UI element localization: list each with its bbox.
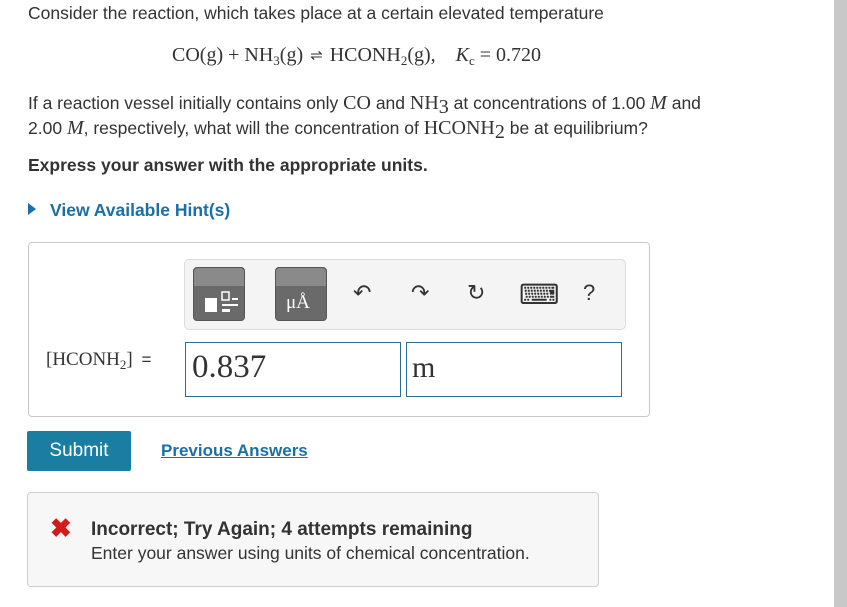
problem-intro: Consider the reaction, which takes place… xyxy=(28,3,604,23)
answer-instruction: Express your answer with the appropriate… xyxy=(28,155,428,175)
reset-icon[interactable]: ↻ xyxy=(467,280,485,306)
reaction-equation: CO(g) + NH3(g) ⇌ HCONH2(g), Kc = 0.720 xyxy=(172,44,542,68)
expand-triangle-icon xyxy=(28,203,36,215)
units-button[interactable]: μÅ xyxy=(275,267,327,321)
equilibrium-arrows-icon: ⇌ xyxy=(310,48,323,64)
question-line-1: If a reaction vessel initially contains … xyxy=(28,92,701,118)
math-toolbar: μÅ ↶ ↷ ↻ ⌨ ? xyxy=(184,259,626,330)
feedback-message: Enter your answer using units of chemica… xyxy=(91,543,530,563)
previous-answers-link[interactable]: Previous Answers xyxy=(161,441,308,461)
page-scrollbar[interactable] xyxy=(834,0,847,607)
keyboard-icon[interactable]: ⌨ xyxy=(519,278,559,311)
submit-button[interactable]: Submit xyxy=(27,431,131,471)
view-hints-link[interactable]: View Available Hint(s) xyxy=(28,200,230,221)
redo-icon[interactable]: ↷ xyxy=(411,280,429,306)
answer-unit-input[interactable]: m xyxy=(406,342,622,397)
undo-icon[interactable]: ↶ xyxy=(353,280,371,306)
feedback-box: ✖ Incorrect; Try Again; 4 attempts remai… xyxy=(27,492,599,587)
templates-icon xyxy=(205,291,238,312)
feedback-title: Incorrect; Try Again; 4 attempts remaini… xyxy=(91,519,473,540)
templates-button[interactable] xyxy=(193,267,245,321)
units-button-label: μÅ xyxy=(286,292,310,313)
error-x-icon: ✖ xyxy=(50,513,72,543)
answer-value-input[interactable]: 0.837 xyxy=(185,342,401,397)
help-icon[interactable]: ? xyxy=(583,280,595,306)
question-line-2: 2.00 M, respectively, what will the conc… xyxy=(28,117,648,143)
answer-label: [HCONH2] = xyxy=(46,349,152,372)
answer-panel: μÅ ↶ ↷ ↻ ⌨ ? [HCONH2] = 0.837 m xyxy=(28,242,650,417)
